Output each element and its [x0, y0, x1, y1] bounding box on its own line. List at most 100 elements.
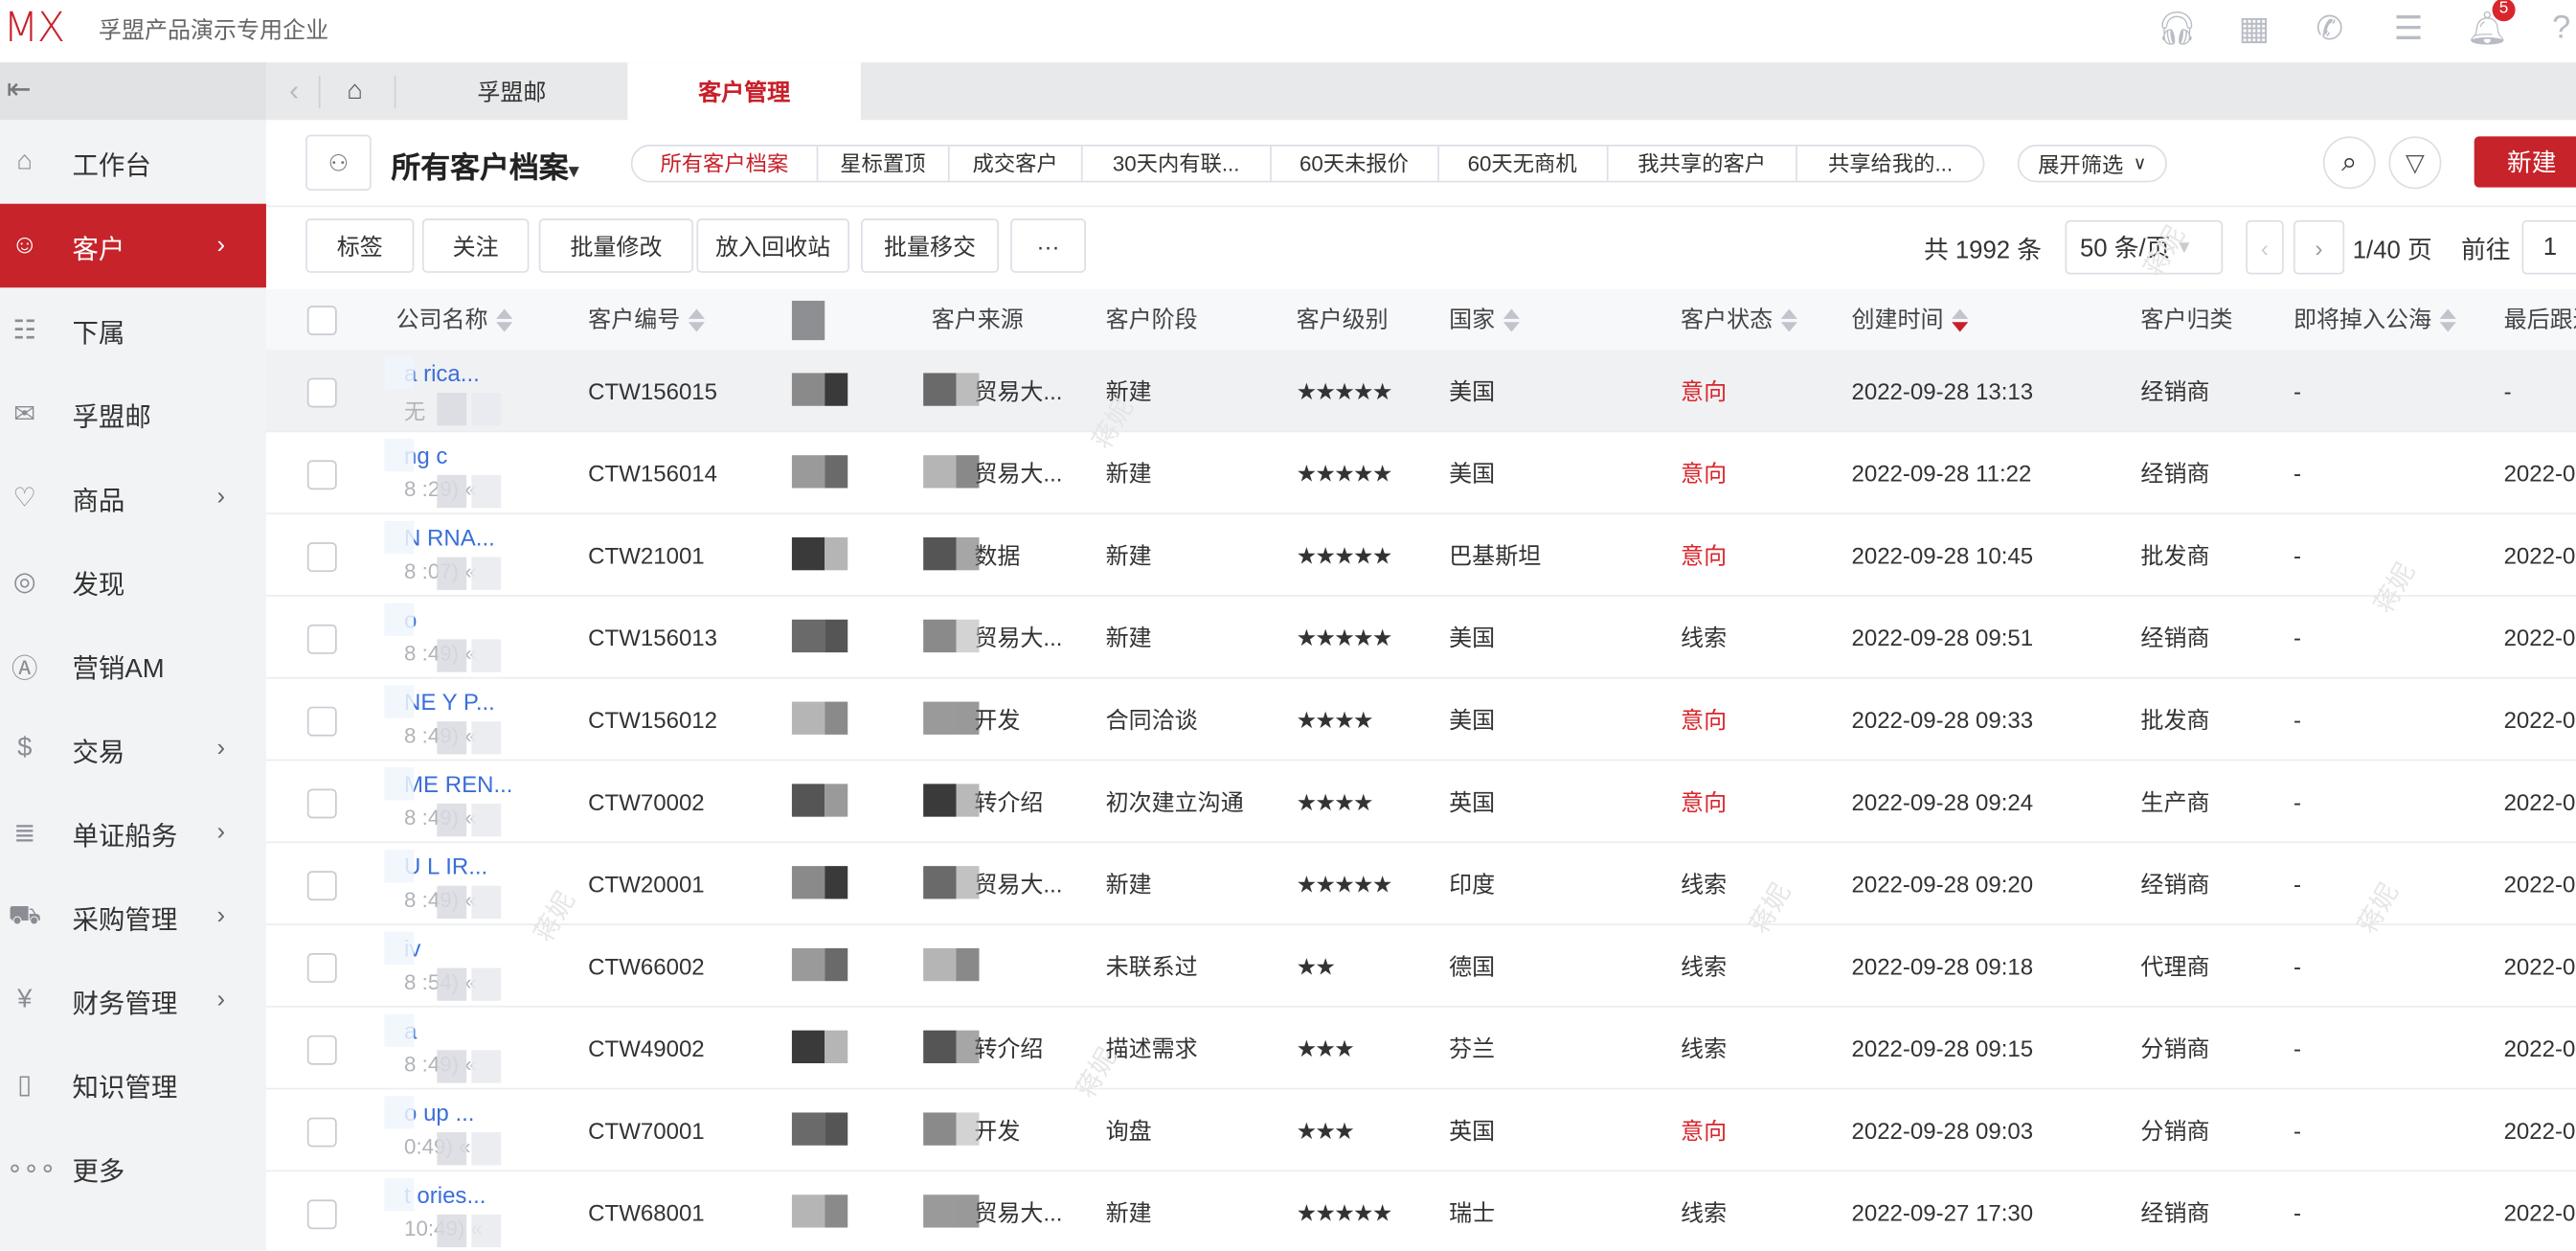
- bulk-action-button-0[interactable]: 标签: [305, 218, 414, 273]
- goto-page-input[interactable]: 1: [2521, 220, 2576, 275]
- new-customer-button[interactable]: 新建: [2474, 136, 2576, 187]
- table-row[interactable]: o up ...0:49) «CTW70001开发询盘英国意向2022-09-2…: [266, 1089, 2576, 1171]
- column-header-10[interactable]: 最后跟进: [2504, 289, 2576, 350]
- sort-icon[interactable]: [496, 307, 512, 333]
- select-all-checkbox[interactable]: [307, 306, 337, 335]
- column-header-4[interactable]: 客户级别: [1297, 289, 1389, 350]
- next-page-button[interactable]: ›: [2294, 220, 2344, 275]
- table-row[interactable]: ng c8 :29) «CTW156014贸易大...新建美国意向2022-09…: [266, 432, 2576, 514]
- company-name-link[interactable]: NE Y P...: [404, 689, 495, 715]
- column-header-7[interactable]: 创建时间: [1851, 289, 1968, 350]
- row-checkbox[interactable]: [307, 1199, 337, 1229]
- quick-filter-4[interactable]: 60天未报价: [1271, 147, 1438, 181]
- row-checkbox[interactable]: [307, 1118, 337, 1148]
- sidebar-item-0[interactable]: ⌂工作台: [0, 120, 266, 203]
- tab-customer-management[interactable]: 客户管理: [627, 62, 861, 120]
- tab-fumail[interactable]: 孚盟邮: [395, 62, 627, 120]
- help-icon[interactable]: ?: [2540, 7, 2576, 50]
- company-name-link[interactable]: a rica...: [404, 360, 480, 386]
- sidebar-item-6[interactable]: Ⓐ营销AM: [0, 623, 266, 706]
- table-row[interactable]: ME REN...8 :49) «CTW70002转介绍初次建立沟通英国意向20…: [266, 761, 2576, 843]
- bell-icon[interactable]: 🔔︎5: [2466, 7, 2509, 50]
- sidebar-item-10[interactable]: ¥财务管理›: [0, 958, 266, 1041]
- sort-icon[interactable]: [1503, 307, 1520, 333]
- view-switch-button[interactable]: ⚇: [305, 135, 372, 191]
- sidebar-item-label: 单证船务: [72, 812, 177, 852]
- quick-filter-6[interactable]: 我共享的客户: [1608, 147, 1798, 181]
- company-name-link[interactable]: o up ...: [404, 1100, 474, 1126]
- bulk-action-button-2[interactable]: 批量修改: [539, 218, 693, 273]
- column-header-5[interactable]: 国家: [1449, 289, 1520, 350]
- table-row[interactable]: a8 :49) «CTW49002转介绍描述需求芬兰线索2022-09-28 0…: [266, 1008, 2576, 1090]
- table-row[interactable]: t ories...10:49) «CTW68001贸易大...新建瑞士线索20…: [266, 1171, 2576, 1250]
- sidebar-item-5[interactable]: ◎发现: [0, 539, 266, 623]
- sort-icon[interactable]: [1781, 307, 1797, 333]
- sidebar-item-4[interactable]: ♡商品›: [0, 455, 266, 538]
- apps-grid-icon[interactable]: ▦: [2233, 7, 2276, 50]
- collapse-menu-icon[interactable]: ⇤: [7, 72, 32, 106]
- column-header-0[interactable]: 公司名称: [395, 289, 512, 350]
- redacted-block: [437, 1050, 466, 1082]
- quick-filter-7[interactable]: 共享给我的...: [1797, 147, 1982, 181]
- tab-back-button[interactable]: ‹: [280, 62, 309, 120]
- table-row[interactable]: NE Y P...8 :49) «CTW156012开发合同洽谈美国意向2022…: [266, 679, 2576, 762]
- column-header-9[interactable]: 即将掉入公海: [2294, 289, 2456, 350]
- row-checkbox[interactable]: [307, 460, 337, 489]
- quick-filter-1[interactable]: 星标置顶: [818, 147, 949, 181]
- bulk-action-button-3[interactable]: 放入回收站: [696, 218, 849, 273]
- column-header-6[interactable]: 客户状态: [1681, 289, 1797, 350]
- sidebar-item-2[interactable]: ☷下属: [0, 287, 266, 371]
- headset-icon[interactable]: 🎧︎: [2156, 7, 2199, 50]
- sort-icon[interactable]: [1952, 307, 1968, 333]
- row-checkbox[interactable]: [307, 707, 337, 737]
- row-checkbox[interactable]: [307, 788, 337, 818]
- sidebar-item-3[interactable]: ✉孚盟邮: [0, 372, 266, 455]
- sidebar-item-7[interactable]: $交易›: [0, 707, 266, 790]
- table-row[interactable]: iv8 :54) «CTW66002未联系过德国线索2022-09-28 09:…: [266, 925, 2576, 1008]
- sort-icon[interactable]: [689, 307, 705, 333]
- customer-category: 经销商: [2140, 597, 2209, 679]
- company-name-link[interactable]: N RNA...: [404, 524, 495, 550]
- logo[interactable]: MX: [3, 3, 63, 51]
- table-row[interactable]: o8 :49) «CTW156013贸易大...新建美国线索2022-09-28…: [266, 597, 2576, 679]
- row-checkbox[interactable]: [307, 953, 337, 983]
- quick-filter-3[interactable]: 30天内有联...: [1083, 147, 1272, 181]
- bulk-action-button-5[interactable]: ···: [1010, 218, 1086, 273]
- row-checkbox[interactable]: [307, 378, 337, 408]
- view-title-dropdown[interactable]: 所有客户档案▾: [391, 145, 578, 188]
- column-header-3[interactable]: 客户阶段: [1106, 289, 1198, 350]
- column-header-2[interactable]: 客户来源: [932, 289, 1024, 350]
- quick-filter-5[interactable]: 60天无商机: [1438, 147, 1607, 181]
- company-name-link[interactable]: U L IR...: [404, 853, 487, 878]
- sidebar-item-1[interactable]: ☺客户›: [0, 204, 266, 287]
- expand-filter-button[interactable]: 展开筛选∨: [2018, 145, 2167, 182]
- sidebar-icon: ◎: [7, 564, 43, 597]
- table-row[interactable]: a rica...无 CTW156015贸易大...新建美国意向2022-09-…: [266, 350, 2576, 432]
- row-checkbox[interactable]: [307, 625, 337, 654]
- quick-filter-0[interactable]: 所有客户档案: [633, 147, 818, 181]
- home-tab-icon[interactable]: ⌂: [328, 62, 381, 120]
- sidebar-item-11[interactable]: ▯知识管理: [0, 1042, 266, 1126]
- sidebar-item-12[interactable]: ∘∘∘更多: [0, 1126, 266, 1209]
- quick-filter-2[interactable]: 成交客户: [949, 147, 1082, 181]
- table-row[interactable]: U L IR...8 :49) «CTW20001贸易大...新建印度线索202…: [266, 843, 2576, 925]
- search-button[interactable]: ⌕: [2323, 136, 2376, 189]
- company-name-link[interactable]: ME REN...: [404, 771, 512, 797]
- bulk-action-button-4[interactable]: 批量移交: [861, 218, 999, 273]
- bulk-action-button-1[interactable]: 关注: [422, 218, 530, 273]
- whatsapp-icon[interactable]: ✆: [2308, 7, 2351, 50]
- filter-button[interactable]: ▽: [2388, 136, 2441, 189]
- table-row[interactable]: N RNA...8 :07) «CTW21001数据新建巴基斯坦意向2022-0…: [266, 514, 2576, 597]
- row-checkbox[interactable]: [307, 542, 337, 572]
- column-header-1[interactable]: 客户编号: [588, 289, 705, 350]
- schedule-icon[interactable]: ☰: [2387, 7, 2430, 50]
- prev-page-button[interactable]: ‹: [2246, 220, 2283, 275]
- sidebar-item-9[interactable]: ⛟采购管理›: [0, 875, 266, 958]
- row-checkbox[interactable]: [307, 871, 337, 900]
- sidebar-toggle[interactable]: ⇤: [0, 62, 266, 120]
- sidebar-item-8[interactable]: ≣单证船务›: [0, 790, 266, 874]
- company-name-link[interactable]: t ories...: [404, 1182, 486, 1208]
- column-header-8[interactable]: 客户归类: [2140, 289, 2232, 350]
- row-checkbox[interactable]: [307, 1035, 337, 1065]
- sort-icon[interactable]: [2440, 307, 2456, 333]
